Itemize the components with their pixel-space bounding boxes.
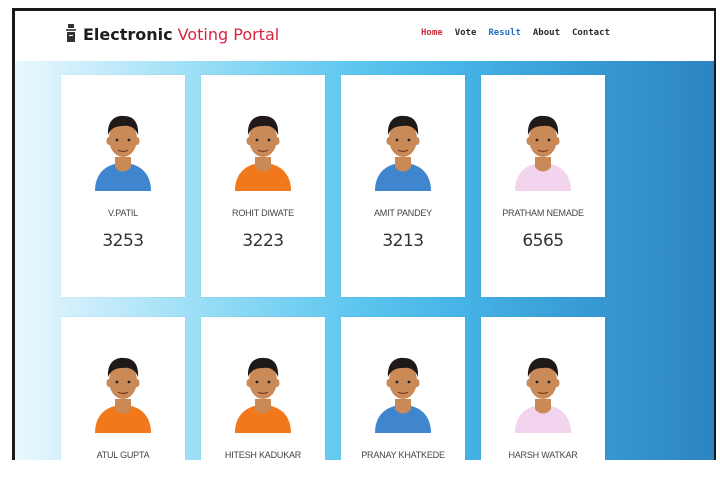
candidate-name: PRANAY KHATKEDE bbox=[361, 450, 445, 460]
candidate-vote-count: 3223 bbox=[242, 231, 284, 251]
candidate-name: HITESH KADUKAR bbox=[224, 450, 302, 460]
candidate-vote-count: 3213 bbox=[382, 231, 424, 251]
ballot-box-icon bbox=[66, 24, 76, 42]
nav-contact[interactable]: Contact bbox=[572, 28, 610, 38]
browser-window: Electronic Voting Portal Home Vote Resul… bbox=[12, 8, 716, 460]
main-nav: Home Vote Result About Contact bbox=[421, 28, 610, 38]
results-section: V.PATIL 3253 ROHIT DIWATE 3223 AMIT PANDEY… bbox=[15, 61, 714, 460]
nav-result[interactable]: Result bbox=[488, 28, 521, 38]
candidate-card: ATUL GUPTA bbox=[61, 317, 185, 460]
candidate-name: ATUL GUPTA bbox=[96, 450, 150, 460]
candidate-name: AMIT PANDEY bbox=[374, 208, 432, 218]
brand-title-electronic: Electronic bbox=[83, 24, 173, 44]
candidate-avatar bbox=[91, 347, 155, 433]
brand[interactable]: Electronic Voting Portal bbox=[65, 21, 279, 47]
nav-home[interactable]: Home bbox=[421, 28, 443, 38]
candidate-name: ROHIT DIWATE bbox=[232, 208, 294, 218]
candidate-name: V.PATIL bbox=[108, 208, 138, 218]
candidate-card: HITESH KADUKAR bbox=[201, 317, 325, 460]
candidate-avatar bbox=[371, 105, 435, 191]
candidate-avatar bbox=[371, 347, 435, 433]
candidate-avatar bbox=[511, 105, 575, 191]
candidate-card: V.PATIL 3253 bbox=[61, 75, 185, 297]
candidate-avatar bbox=[91, 105, 155, 191]
candidate-name: HARSH WATKAR bbox=[508, 450, 578, 460]
brand-title-voting-portal: Voting Portal bbox=[177, 24, 280, 44]
candidate-card: PRATHAM NEMADE 6565 bbox=[481, 75, 605, 297]
candidate-vote-count: 3253 bbox=[102, 231, 144, 251]
candidate-avatar bbox=[511, 347, 575, 433]
candidate-card: ROHIT DIWATE 3223 bbox=[201, 75, 325, 297]
screen-frame: Electronic Voting Portal Home Vote Resul… bbox=[0, 0, 720, 482]
candidate-vote-count: 6565 bbox=[522, 231, 564, 251]
candidate-avatar bbox=[231, 347, 295, 433]
nav-about[interactable]: About bbox=[533, 28, 560, 38]
candidate-card: HARSH WATKAR bbox=[481, 317, 605, 460]
nav-vote[interactable]: Vote bbox=[455, 28, 477, 38]
candidate-avatar bbox=[231, 105, 295, 191]
navbar: Electronic Voting Portal Home Vote Resul… bbox=[15, 11, 714, 61]
candidate-card: PRANAY KHATKEDE bbox=[341, 317, 465, 460]
candidate-name: PRATHAM NEMADE bbox=[502, 208, 584, 218]
candidate-card: AMIT PANDEY 3213 bbox=[341, 75, 465, 297]
